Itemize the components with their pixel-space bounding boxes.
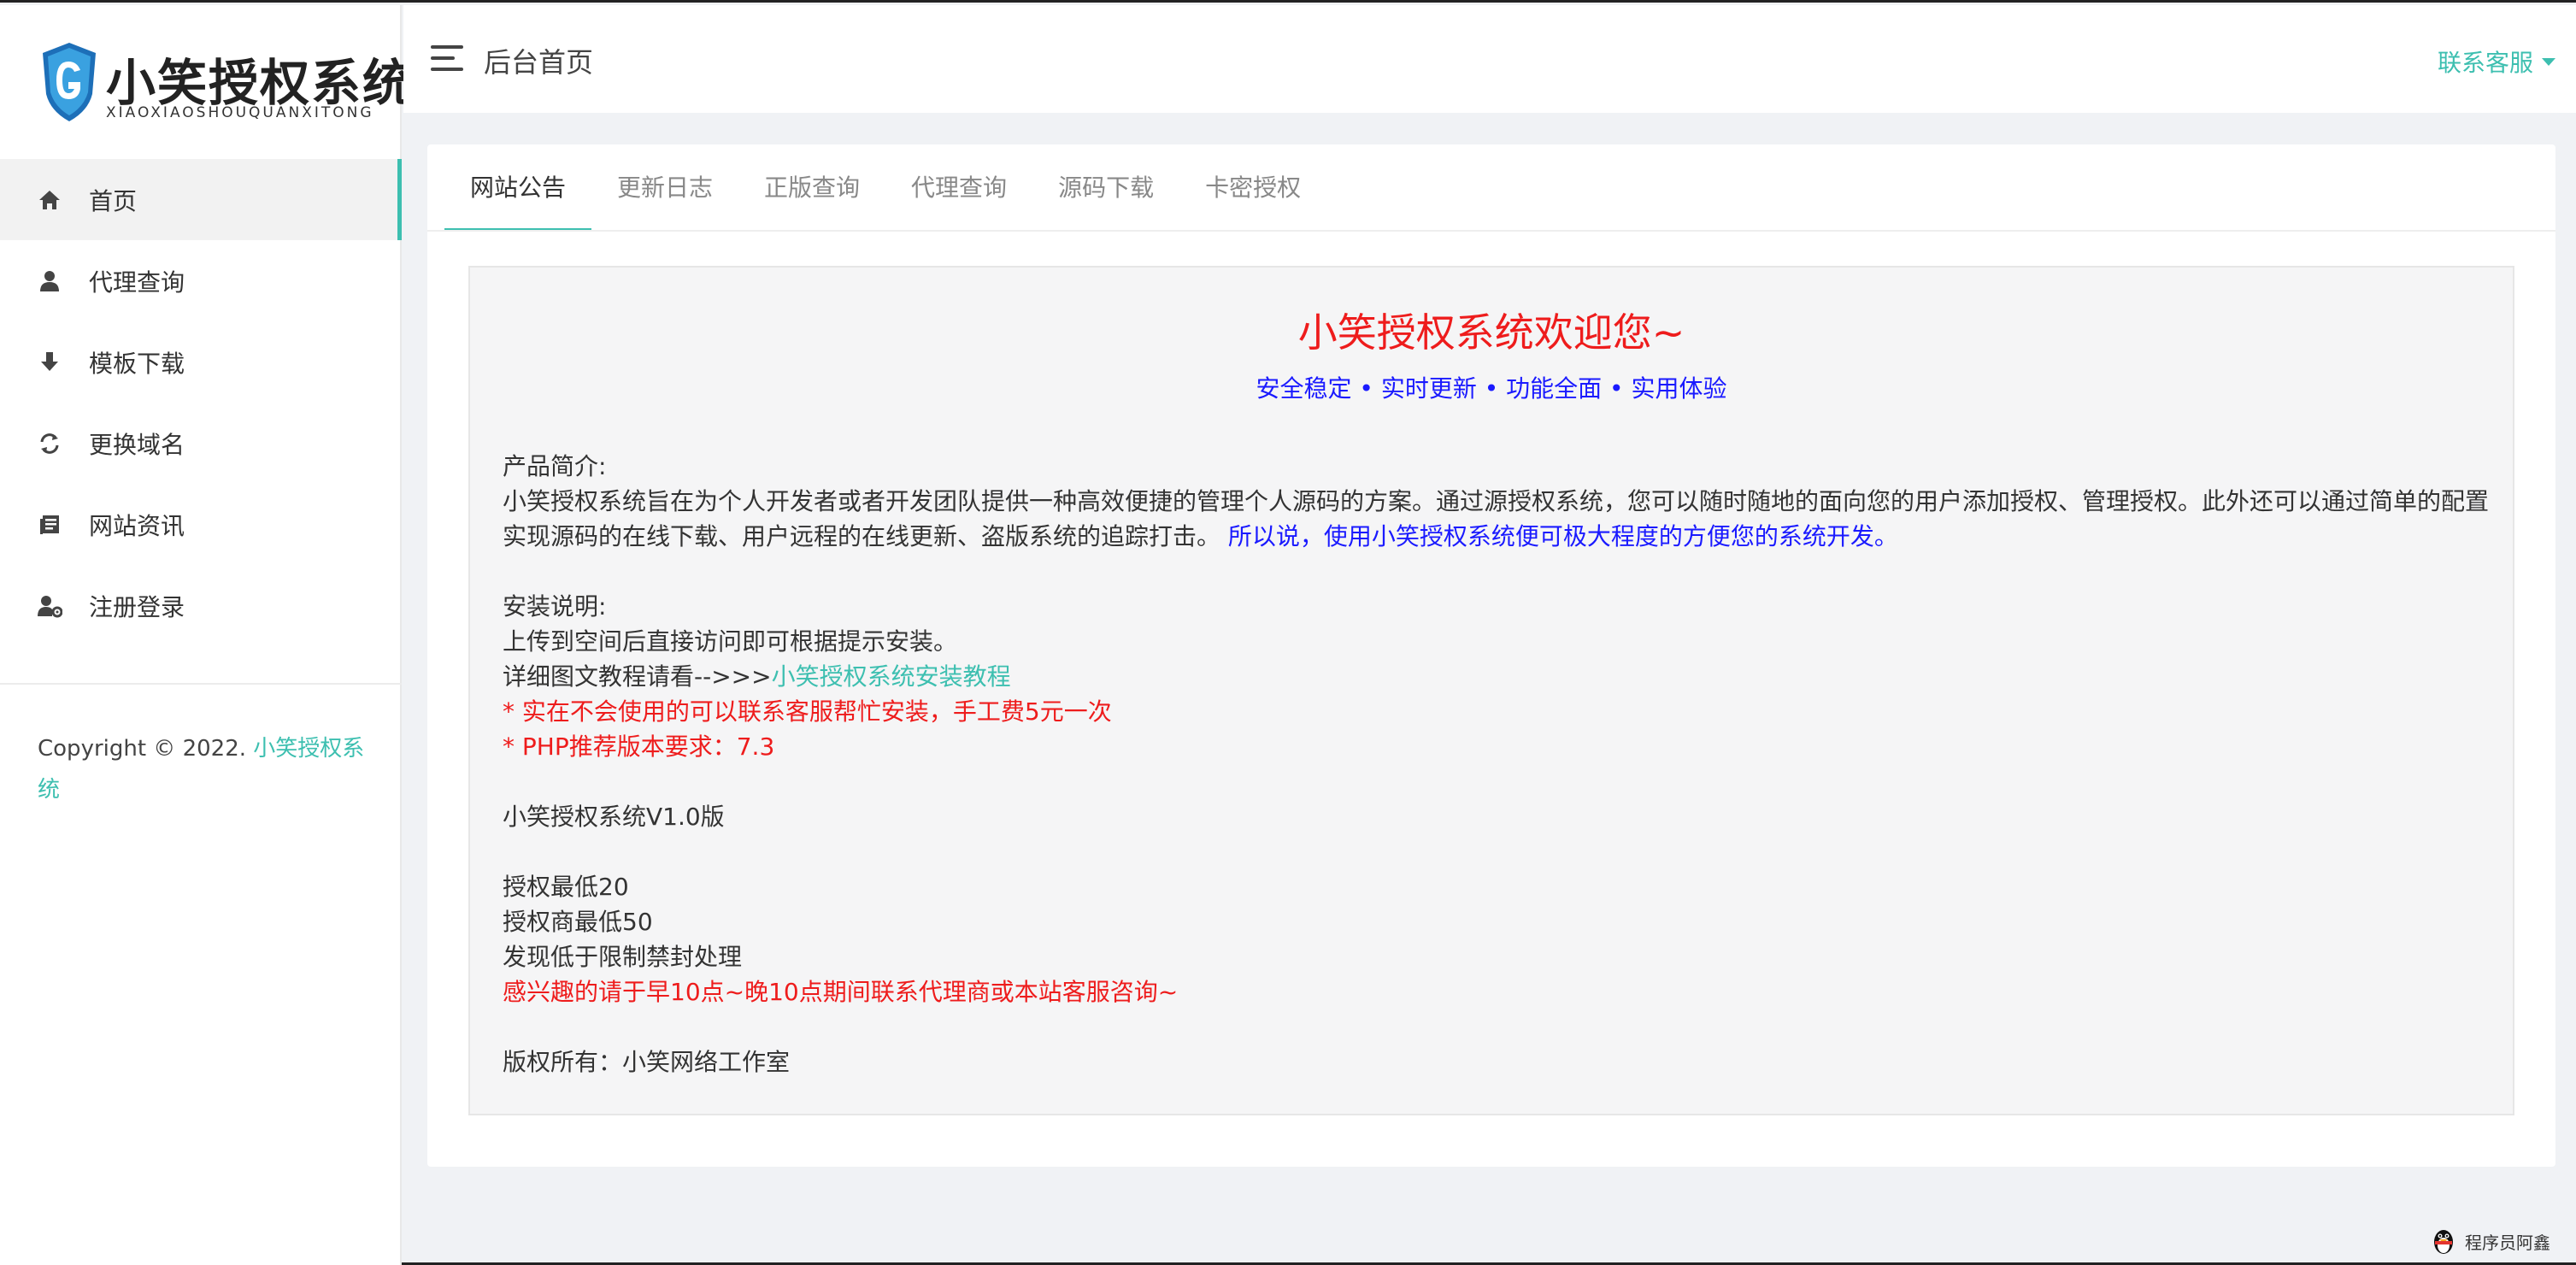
download-icon	[36, 349, 63, 376]
main-card: 网站公告 更新日志 正版查询 代理查询 源码下载 卡密授权 小笑授权系统欢迎您~…	[427, 144, 2555, 1167]
announcement-tagline: 安全稳定 • 实时更新 • 功能全面 • 实用体验	[1256, 374, 1727, 403]
intro-heading: 产品简介:	[503, 452, 607, 480]
page-title: 后台首页	[484, 46, 594, 79]
sidebar-item-label: 模板下载	[89, 349, 185, 378]
tab-agent-query[interactable]: 代理查询	[885, 144, 1032, 232]
price-line: 授权最低20	[503, 873, 629, 901]
sidebar-item-label: 网站资讯	[89, 511, 185, 540]
top-header: 后台首页 联系客服	[403, 5, 2576, 113]
contact-note: 感兴趣的请于早10点~晚10点期间联系代理商或本站客服咨询~	[503, 978, 1179, 1006]
install-tutorial-prefix: 详细图文教程请看-->>>	[503, 662, 772, 691]
version-text: 小笑授权系统V1.0版	[503, 803, 725, 831]
shield-logo-icon	[43, 43, 96, 121]
sidebar-item-agent-query[interactable]: 代理查询	[0, 240, 402, 321]
install-tutorial-link[interactable]: 小笑授权系统安装教程	[772, 662, 1011, 691]
copyright: Copyright © 2022. 小笑授权系统	[38, 728, 371, 810]
contact-support-dropdown[interactable]: 联系客服	[2438, 44, 2555, 79]
sidebar-divider	[0, 683, 402, 685]
sidebar-item-register-login[interactable]: 注册登录	[0, 565, 402, 646]
app-frame: 小笑授权系统 XIAOXIAOSHOUQUANXITONG 首页 代理查询 模板…	[0, 0, 2576, 1265]
copyright-text: Copyright © 2022.	[38, 736, 254, 762]
penguin-icon	[2434, 1230, 2453, 1254]
tab-bar: 网站公告 更新日志 正版查询 代理查询 源码下载 卡密授权	[444, 144, 1326, 232]
sidebar-item-label: 更换域名	[89, 430, 185, 459]
caret-down-icon	[2542, 57, 2555, 66]
news-icon	[36, 511, 63, 538]
sidebar: 小笑授权系统 XIAOXIAOSHOUQUANXITONG 首页 代理查询 模板…	[0, 5, 412, 1265]
watermark-text: 程序员阿鑫	[2465, 1232, 2550, 1253]
tab-genuine-check[interactable]: 正版查询	[738, 144, 885, 232]
tab-changelog[interactable]: 更新日志	[591, 144, 738, 232]
install-tutorial-line: 详细图文教程请看-->>>小笑授权系统安装教程	[503, 659, 2494, 694]
install-heading: 安装说明:	[503, 592, 607, 621]
install-line: 上传到空间后直接访问即可根据提示安装。	[503, 627, 958, 656]
sidebar-item-template-download[interactable]: 模板下载	[0, 321, 402, 403]
sidebar-item-change-domain[interactable]: 更换域名	[0, 403, 402, 484]
sidebar-item-label: 代理查询	[89, 268, 185, 297]
announcement-panel: 小笑授权系统欢迎您~ 安全稳定 • 实时更新 • 功能全面 • 实用体验 产品简…	[468, 266, 2514, 1115]
tab-source-download[interactable]: 源码下载	[1032, 144, 1179, 232]
sidebar-item-label: 注册登录	[89, 592, 185, 621]
announcement-title: 小笑授权系统欢迎您~	[1297, 309, 1685, 356]
price-line: 授权商最低50	[503, 908, 653, 936]
menu-toggle-icon[interactable]	[431, 45, 463, 71]
watermark: 程序员阿鑫	[2429, 1227, 2550, 1256]
rule-line: 发现低于限制禁封处理	[503, 943, 743, 971]
user-icon	[36, 268, 63, 295]
owner-line: 版权所有：小笑网络工作室	[503, 1048, 791, 1076]
tabs-divider	[427, 230, 2555, 232]
sidebar-item-label: 首页	[89, 186, 138, 215]
logo[interactable]: 小笑授权系统 XIAOXIAOSHOUQUANXITONG	[38, 38, 412, 132]
announcement-body: 产品简介: 小笑授权系统旨在为个人开发者或者开发团队提供一种高效便捷的管理个人源…	[503, 449, 2494, 1080]
home-icon	[36, 186, 63, 214]
php-version-note: * PHP推荐版本要求：7.3	[503, 733, 775, 761]
user-settings-icon	[36, 592, 63, 620]
sidebar-menu: 首页 代理查询 模板下载 更换域名 网站资讯 注册登录	[0, 159, 402, 646]
contact-support-label: 联系客服	[2437, 49, 2533, 77]
sidebar-item-home[interactable]: 首页	[0, 159, 402, 240]
sidebar-item-news[interactable]: 网站资讯	[0, 484, 402, 565]
intro-highlight: 所以说，使用小笑授权系统便可极大程度的方便您的系统开发。	[1227, 522, 1898, 550]
tab-announcement[interactable]: 网站公告	[444, 144, 592, 232]
intro-paragraph: 小笑授权系统旨在为个人开发者或者开发团队提供一种高效便捷的管理个人源码的方案。通…	[503, 484, 2494, 554]
tab-card-auth[interactable]: 卡密授权	[1179, 144, 1326, 232]
refresh-icon	[36, 430, 63, 457]
logo-subtitle: XIAOXIAOSHOUQUANXITONG	[106, 104, 374, 121]
install-note: * 实在不会使用的可以联系客服帮忙安装，手工费5元一次	[503, 697, 1112, 726]
